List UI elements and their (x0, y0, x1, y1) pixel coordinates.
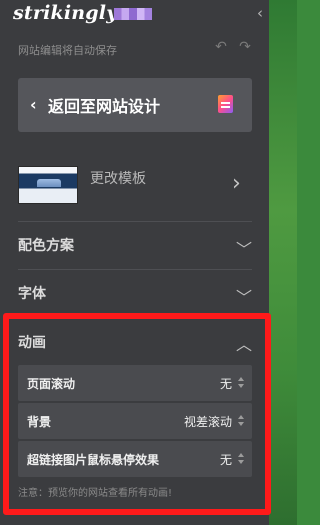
chevron-right-icon: › (232, 171, 241, 196)
section-color-scheme[interactable]: 配色方案 ﹀ (18, 222, 252, 268)
chevron-down-icon: ﹀ (236, 240, 253, 259)
sidebar-header: strikingly ‹ 网站编辑将自动保存 ↶ ↷ (0, 0, 269, 66)
section-title: 字体 (18, 286, 46, 302)
blurred-site-name (114, 8, 152, 20)
template-thumbnail (18, 166, 78, 204)
section-title: 配色方案 (18, 238, 74, 254)
undo-icon: ↶ (215, 39, 227, 55)
chevron-down-icon: ﹀ (236, 288, 253, 307)
back-to-design-label: 返回至网站设计 (48, 97, 161, 116)
site-preview-background (269, 0, 297, 525)
change-template-row[interactable]: 更改模板 › (0, 152, 269, 220)
chevron-left-icon: ‹ (257, 4, 263, 22)
section-fonts[interactable]: 字体 ﹀ (18, 270, 252, 316)
undo-button[interactable]: ↶ (212, 38, 230, 56)
autosave-notice: 网站编辑将自动保存 (18, 44, 117, 57)
back-to-design-button[interactable]: ‹ 返回至网站设计 (18, 78, 252, 132)
collapse-sidebar-button[interactable]: ‹ (252, 4, 268, 22)
redo-button[interactable]: ↷ (236, 38, 254, 56)
chevron-left-icon: ‹ (30, 95, 37, 114)
redo-icon: ↷ (239, 39, 251, 55)
highlight-annotation-box (3, 313, 271, 515)
document-icon (218, 95, 233, 113)
change-template-label: 更改模板 (90, 171, 146, 187)
strikingly-logo: strikingly (13, 2, 118, 24)
